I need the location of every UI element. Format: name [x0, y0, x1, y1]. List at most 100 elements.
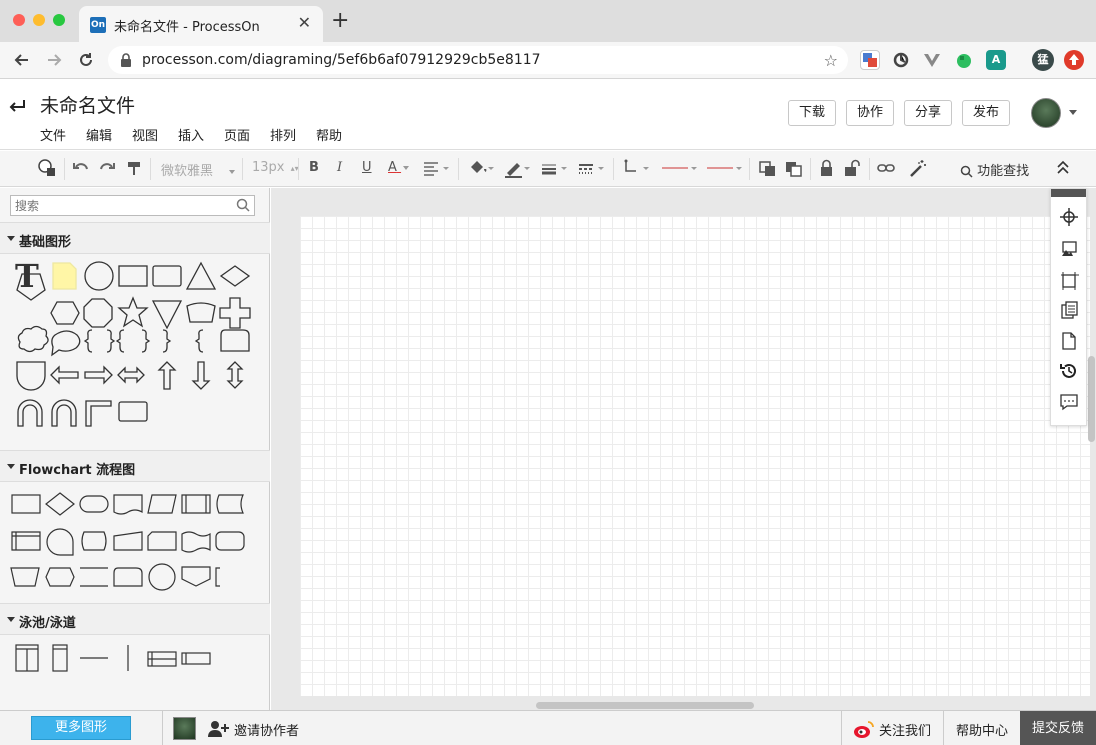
- profile-icon[interactable]: 猛: [1032, 49, 1054, 71]
- flowchart-shapes-grid[interactable]: [0, 484, 270, 602]
- magic-wand-icon[interactable]: [908, 157, 928, 181]
- new-tab-icon[interactable]: +: [331, 10, 349, 32]
- toolbar-divider: [613, 158, 614, 180]
- unlock-shape-icon[interactable]: [843, 157, 861, 181]
- font-color-letter: A: [388, 160, 397, 175]
- bring-front-icon[interactable]: [758, 157, 778, 181]
- bold-button[interactable]: B: [309, 160, 319, 184]
- bookmark-star-icon[interactable]: ☆: [824, 51, 838, 70]
- browser-tab[interactable]: On 未命名文件 - ProcessOn ✕: [79, 6, 323, 42]
- window-minimize-button[interactable]: [33, 14, 45, 26]
- submit-feedback-button[interactable]: 提交反馈: [1020, 711, 1096, 745]
- browser-tab-bar: On 未命名文件 - ProcessOn ✕ +: [0, 0, 1096, 42]
- window-close-button[interactable]: [13, 14, 25, 26]
- format-toolbar: 微软雅黑 13px ▴▾ B I U A 功能查找: [0, 151, 1096, 187]
- avatar-dropdown-caret-icon[interactable]: [1069, 110, 1077, 115]
- line-width-icon[interactable]: [540, 157, 570, 181]
- address-bar[interactable]: processon.com/diagraming/5ef6b6af0791292…: [108, 46, 848, 74]
- share-button[interactable]: 分享: [904, 100, 952, 126]
- menu-edit[interactable]: 编辑: [86, 125, 112, 144]
- toolbar-divider: [242, 158, 243, 180]
- back-arrow-icon[interactable]: [12, 50, 32, 70]
- text-align-icon[interactable]: [422, 157, 452, 181]
- section-swimlane-label: 泳池/泳道: [19, 616, 76, 631]
- diagram-page-grid[interactable]: [300, 216, 1090, 696]
- font-size-value: 13px: [252, 160, 285, 175]
- weibo-icon[interactable]: [853, 719, 875, 739]
- evernote-extension-icon[interactable]: [954, 50, 974, 70]
- forward-arrow-icon[interactable]: [44, 50, 64, 70]
- end-arrow-icon[interactable]: [705, 157, 743, 181]
- copy-pages-icon[interactable]: [1059, 300, 1079, 320]
- line-color-icon[interactable]: [503, 157, 533, 181]
- swimlane-shapes-grid[interactable]: [0, 638, 270, 680]
- section-expanded-icon: [7, 236, 15, 241]
- underline-button[interactable]: U: [362, 160, 372, 184]
- menu-page[interactable]: 页面: [224, 125, 250, 144]
- follow-us-link[interactable]: 关注我们: [879, 720, 931, 739]
- lock-icon: [120, 53, 132, 67]
- translate-extension-icon[interactable]: [860, 50, 880, 70]
- publish-button[interactable]: 发布: [962, 100, 1010, 126]
- collaborator-avatar[interactable]: [173, 717, 196, 740]
- document-title[interactable]: 未命名文件: [40, 91, 135, 118]
- tab-close-icon[interactable]: ✕: [298, 13, 311, 32]
- more-shapes-button[interactable]: 更多图形: [31, 716, 131, 740]
- fill-color-icon[interactable]: [467, 157, 497, 181]
- italic-button[interactable]: I: [337, 160, 342, 184]
- update-icon[interactable]: [1064, 50, 1084, 70]
- window-maximize-button[interactable]: [53, 14, 65, 26]
- font-color-button[interactable]: A: [388, 160, 410, 184]
- vue-extension-icon[interactable]: [922, 50, 942, 70]
- help-center-link[interactable]: 帮助中心: [956, 720, 1008, 739]
- download-button[interactable]: 下载: [788, 100, 836, 126]
- line-style-icon[interactable]: [577, 157, 607, 181]
- format-painter-icon[interactable]: [125, 157, 143, 181]
- a-extension-icon[interactable]: A: [986, 50, 1006, 70]
- section-swimlane[interactable]: 泳池/泳道: [0, 603, 270, 635]
- page-icon[interactable]: [1059, 331, 1079, 351]
- user-avatar[interactable]: [1031, 98, 1061, 128]
- connector-type-icon[interactable]: [622, 157, 652, 181]
- collapse-toolbar-icon[interactable]: [1056, 157, 1070, 181]
- link-icon[interactable]: [876, 157, 896, 181]
- invite-collaborators-link[interactable]: 邀请协作者: [234, 720, 299, 739]
- menu-file[interactable]: 文件: [40, 125, 66, 144]
- menu-help[interactable]: 帮助: [316, 125, 342, 144]
- lock-shape-icon[interactable]: [818, 157, 836, 181]
- tab-title: 未命名文件 - ProcessOn: [114, 20, 260, 35]
- redo-icon[interactable]: [98, 157, 116, 181]
- menu-insert[interactable]: 插入: [178, 125, 204, 144]
- section-flowchart-label: Flowchart 流程图: [19, 463, 136, 478]
- comments-icon[interactable]: [1059, 392, 1079, 412]
- toolbar-divider: [150, 158, 151, 180]
- shape-search-icon[interactable]: [236, 198, 250, 212]
- navigator-crosshair-icon[interactable]: [1059, 207, 1079, 227]
- sync-extension-icon[interactable]: [891, 50, 911, 70]
- canvas-area[interactable]: [271, 188, 1096, 710]
- section-basic-shapes[interactable]: 基础图形: [0, 222, 270, 254]
- basic-shapes-grid[interactable]: T: [0, 255, 270, 445]
- menu-view[interactable]: 视图: [132, 125, 158, 144]
- menu-arrange[interactable]: 排列: [270, 125, 296, 144]
- back-to-files-icon[interactable]: [8, 96, 26, 112]
- history-icon[interactable]: [1059, 361, 1079, 381]
- collaborate-button[interactable]: 协作: [846, 100, 894, 126]
- bottom-bar: 更多图形 邀请协作者 关注我们 帮助中心 提交反馈: [0, 710, 1096, 745]
- vertical-scrollbar[interactable]: [1088, 356, 1095, 442]
- horizontal-scrollbar[interactable]: [536, 702, 754, 709]
- style-panel-icon[interactable]: [1059, 239, 1079, 259]
- font-size-stepper[interactable]: 13px ▴▾: [252, 160, 299, 184]
- undo-icon[interactable]: [72, 157, 90, 181]
- shape-search-input[interactable]: [10, 195, 255, 216]
- send-back-icon[interactable]: [784, 157, 804, 181]
- start-arrow-icon[interactable]: [660, 157, 698, 181]
- reload-icon[interactable]: [76, 50, 96, 70]
- style-theme-icon[interactable]: [36, 157, 58, 181]
- page-setup-icon[interactable]: [1059, 270, 1079, 290]
- section-flowchart[interactable]: Flowchart 流程图: [0, 450, 270, 482]
- add-user-icon[interactable]: [208, 720, 230, 738]
- feature-search-label: 功能查找: [977, 164, 1030, 179]
- feature-search-button[interactable]: 功能查找: [960, 160, 1029, 184]
- font-family-select[interactable]: 微软雅黑: [161, 160, 236, 184]
